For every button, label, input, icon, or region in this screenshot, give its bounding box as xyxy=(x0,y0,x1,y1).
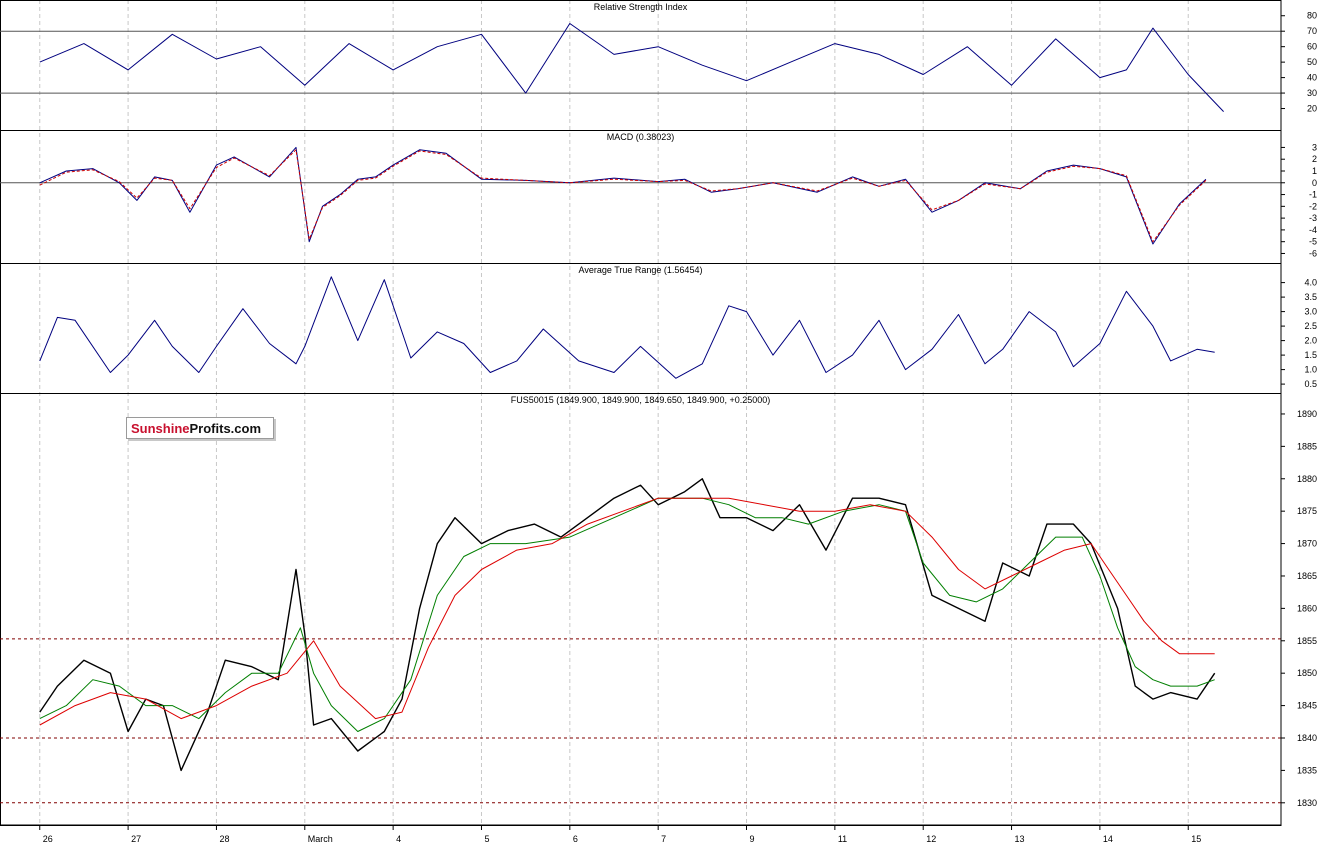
y-tick-label: 2 xyxy=(1312,154,1317,164)
y-tick-label: 30 xyxy=(1307,88,1317,98)
series-rsi-0 xyxy=(39,23,1224,112)
y-tick-label: 70 xyxy=(1307,26,1317,36)
series-atr-0 xyxy=(39,276,1215,379)
panel-rsi-title: Relative Strength Index xyxy=(594,2,688,12)
x-tick-label: 26 xyxy=(43,834,53,844)
y-tick-label: 20 xyxy=(1307,104,1317,114)
y-tick-label: -3 xyxy=(1309,213,1317,223)
y-tick-label: 0 xyxy=(1312,178,1317,188)
y-tick-label: 4.0 xyxy=(1304,278,1317,288)
x-tick-label: 5 xyxy=(484,834,489,844)
y-tick-label: -6 xyxy=(1309,248,1317,258)
y-tick-label: 1880 xyxy=(1297,474,1317,484)
y-tick-label: 80 xyxy=(1307,11,1317,21)
y-tick-label: 1870 xyxy=(1297,539,1317,549)
y-tick-label: 2.5 xyxy=(1304,321,1317,331)
y-tick-label: 0.5 xyxy=(1304,379,1317,389)
panel-atr-frame xyxy=(0,263,1282,394)
x-tick-label: 27 xyxy=(131,834,141,844)
panel-rsi-frame xyxy=(0,0,1282,131)
y-tick-label: 1.0 xyxy=(1304,365,1317,375)
y-tick-label: 2.0 xyxy=(1304,336,1317,346)
x-tick-label: 6 xyxy=(573,834,578,844)
y-tick-label: 1865 xyxy=(1297,571,1317,581)
panel-price-title: FUS50015 (1849.900, 1849.900, 1849.650, … xyxy=(511,395,770,405)
panel-macd-frame xyxy=(0,130,1282,264)
x-tick-label: 13 xyxy=(1015,834,1025,844)
y-tick-label: 1875 xyxy=(1297,506,1317,516)
y-tick-label: 1855 xyxy=(1297,636,1317,646)
x-tick-label: March xyxy=(308,834,333,844)
x-tick-label: 7 xyxy=(661,834,666,844)
y-tick-label: 1 xyxy=(1312,166,1317,176)
y-tick-label: 1890 xyxy=(1297,409,1317,419)
y-tick-label: -5 xyxy=(1309,237,1317,247)
panel-macd-title: MACD (0.38023) xyxy=(607,132,675,142)
panel-atr-title: Average True Range (1.56454) xyxy=(579,265,703,275)
y-tick-label: 60 xyxy=(1307,42,1317,52)
y-tick-label: 1830 xyxy=(1297,798,1317,808)
y-tick-label: -2 xyxy=(1309,201,1317,211)
y-tick-label: 1845 xyxy=(1297,701,1317,711)
y-tick-label: 1.5 xyxy=(1304,350,1317,360)
y-tick-label: 3.5 xyxy=(1304,292,1317,302)
sunshineprofits-logo: SunshineProfits.com xyxy=(126,417,274,439)
y-tick-label: 1885 xyxy=(1297,441,1317,451)
logo-part-profits: Profits.com xyxy=(189,421,262,436)
series-macd-1 xyxy=(39,149,1207,243)
x-tick-label: 11 xyxy=(838,834,847,844)
panel-price-frame xyxy=(0,393,1282,826)
y-tick-label: 50 xyxy=(1307,57,1317,67)
series-macd-0 xyxy=(39,146,1207,245)
y-tick-label: 1860 xyxy=(1297,603,1317,613)
y-tick-label: 1840 xyxy=(1297,733,1317,743)
x-tick-label: 9 xyxy=(750,834,755,844)
x-tick-label: 12 xyxy=(926,834,936,844)
x-tick-label: 4 xyxy=(396,834,401,844)
x-tick-label: 14 xyxy=(1103,834,1113,844)
y-tick-label: 1850 xyxy=(1297,668,1317,678)
logo-part-sunshine: Sunshine xyxy=(131,421,190,436)
y-tick-label: -1 xyxy=(1309,190,1317,200)
x-tick-label: 15 xyxy=(1191,834,1201,844)
y-tick-label: 1835 xyxy=(1297,765,1317,775)
y-tick-label: 3.0 xyxy=(1304,307,1317,317)
y-tick-label: -4 xyxy=(1309,225,1317,235)
y-tick-label: 3 xyxy=(1312,142,1317,152)
y-tick-label: 40 xyxy=(1307,73,1317,83)
x-tick-label: 28 xyxy=(219,834,229,844)
